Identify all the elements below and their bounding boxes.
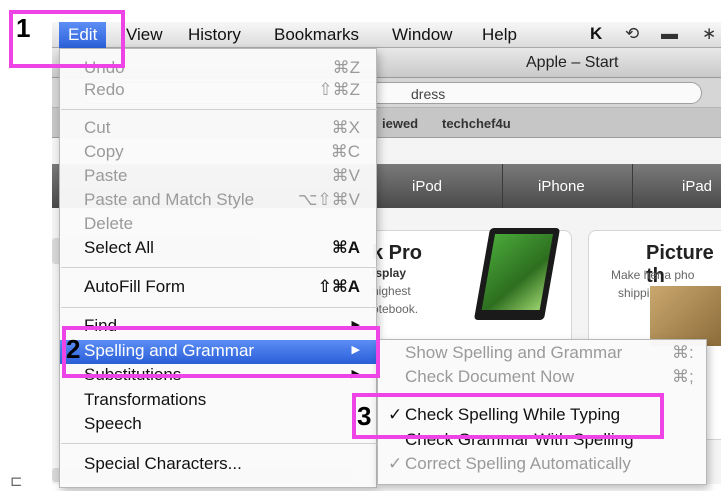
- menu-item-speech[interactable]: Speech: [60, 413, 376, 437]
- menu-history[interactable]: History: [188, 25, 241, 45]
- highlight-box-step3: [352, 393, 664, 439]
- menu-item-label: Speech: [84, 414, 142, 433]
- menu-item-label: Redo: [84, 80, 125, 99]
- highlight-box-step2: [62, 326, 380, 378]
- menu-separator: [61, 109, 377, 110]
- submenu-item-correct-automatically[interactable]: ✓ Correct Spelling Automatically: [378, 453, 706, 477]
- bluetooth-icon[interactable]: ∗: [702, 24, 716, 44]
- bookmark-item[interactable]: techchef4u: [442, 116, 511, 131]
- menu-item-label: Delete: [84, 214, 134, 233]
- resize-icon: ⊏: [10, 473, 23, 490]
- menu-item-shortcut: ⌘V: [331, 166, 360, 185]
- menu-item-shortcut: ⌘X: [331, 118, 360, 137]
- menu-item-select-all[interactable]: Select All ⌘A: [60, 237, 376, 261]
- menu-item-shortcut: ⌘Z: [332, 58, 360, 77]
- step-number-1: 1: [16, 13, 31, 43]
- address-placeholder: dress: [411, 86, 446, 102]
- menu-bookmarks[interactable]: Bookmarks: [274, 25, 359, 45]
- window-title: Apple – Start: [526, 54, 619, 71]
- monitor-icon[interactable]: ▬: [661, 24, 678, 44]
- menu-item-label: Paste and Match Style: [84, 190, 255, 209]
- clock-icon[interactable]: ⟲: [625, 24, 639, 44]
- edit-menu: Undo ⌘Z Redo ⇧⌘Z Cut ⌘X Copy ⌘C Paste ⌘V…: [59, 48, 377, 488]
- menu-item-paste[interactable]: Paste ⌘V: [60, 165, 376, 189]
- menu-item-shortcut: ⌘:: [672, 343, 694, 362]
- nav-tab-iphone[interactable]: iPhone: [538, 178, 585, 195]
- checkmark-icon: ✓: [388, 454, 403, 473]
- card-text: Make her a pho: [611, 268, 695, 282]
- menu-item-shortcut: ⌘A: [331, 238, 360, 257]
- menu-item-shortcut: ⌘C: [330, 142, 360, 161]
- submenu-item-check-document[interactable]: Check Document Now ⌘;: [378, 366, 706, 390]
- menu-item-label: AutoFill Form: [84, 277, 186, 296]
- nav-divider: [502, 164, 503, 208]
- menu-item-cut[interactable]: Cut ⌘X: [60, 117, 376, 141]
- menu-item-delete[interactable]: Delete: [60, 213, 376, 237]
- menu-item-label: Special Characters...: [84, 454, 242, 473]
- step-number-3: 3: [357, 401, 372, 431]
- menu-separator: [61, 443, 377, 444]
- menu-window[interactable]: Window: [392, 25, 452, 45]
- menu-item-redo[interactable]: Redo ⇧⌘Z: [60, 79, 376, 103]
- submenu-item-show-spelling[interactable]: Show Spelling and Grammar ⌘:: [378, 342, 706, 366]
- menu-item-shortcut: ⇧⌘Z: [318, 80, 360, 99]
- menu-item-label: Cut: [84, 118, 111, 137]
- menu-view[interactable]: View: [126, 25, 163, 45]
- card-text: otebook.: [372, 302, 419, 316]
- menu-item-label: Paste: [84, 166, 128, 185]
- photo-thumbnail: [650, 286, 721, 346]
- menu-bar: Edit View History Bookmarks Window Help …: [52, 22, 721, 48]
- menu-item-shortcut: ⌥⇧⌘V: [297, 190, 360, 209]
- menu-separator: [61, 307, 377, 308]
- menu-item-shortcut: ⌘;: [672, 367, 694, 386]
- menu-item-autofill[interactable]: AutoFill Form ⇧⌘A: [60, 276, 376, 300]
- nav-tab-ipod[interactable]: iPod: [412, 178, 442, 195]
- menu-item-label: Transformations: [84, 390, 207, 409]
- card-title: k Pro: [372, 242, 423, 264]
- menu-item-label: Show Spelling and Grammar: [405, 343, 623, 362]
- menu-item-copy[interactable]: Copy ⌘C: [60, 141, 376, 165]
- nav-divider: [632, 164, 633, 208]
- card-subtitle: isplay: [372, 266, 407, 280]
- menu-help[interactable]: Help: [482, 25, 517, 45]
- card-text: highest: [372, 284, 411, 298]
- step-number-2: 2: [66, 334, 81, 364]
- menu-item-transformations[interactable]: Transformations: [60, 389, 376, 413]
- bookmark-item[interactable]: iewed: [382, 116, 418, 131]
- menu-item-shortcut: ⇧⌘A: [317, 277, 360, 296]
- menu-item-paste-match-style[interactable]: Paste and Match Style ⌥⇧⌘V: [60, 189, 376, 213]
- menu-separator: [61, 267, 377, 268]
- menu-item-label: Check Document Now: [405, 367, 575, 386]
- menu-item-label: Copy: [84, 142, 124, 161]
- menu-item-label: Select All: [84, 238, 154, 257]
- menu-item-label: Correct Spelling Automatically: [405, 454, 631, 473]
- menu-item-special-characters[interactable]: Special Characters...: [60, 453, 376, 477]
- k-icon[interactable]: K: [590, 24, 602, 44]
- nav-tab-ipad[interactable]: iPad: [682, 178, 712, 195]
